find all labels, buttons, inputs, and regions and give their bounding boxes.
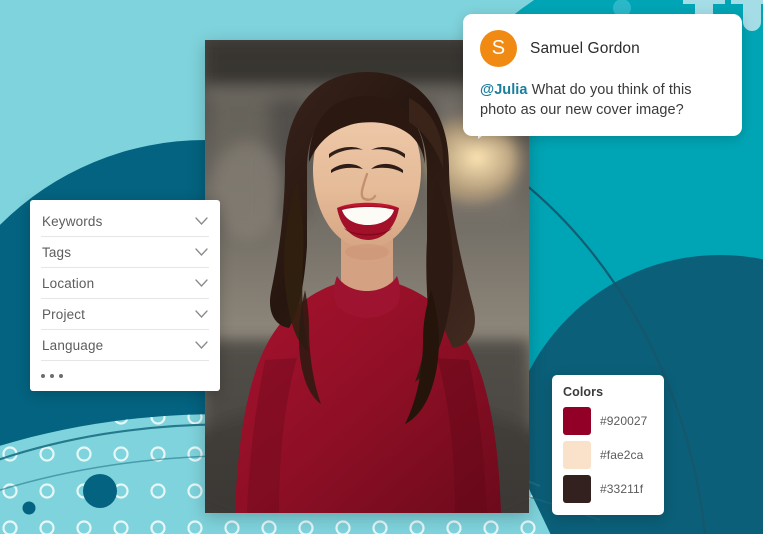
- metadata-row-tags[interactable]: Tags: [41, 237, 209, 268]
- screenshot-canvas: S Samuel Gordon @Julia What do you think…: [0, 0, 763, 534]
- chevron-down-icon[interactable]: [195, 310, 208, 318]
- metadata-row-location[interactable]: Location: [41, 268, 209, 299]
- chevron-down-icon[interactable]: [195, 248, 208, 256]
- metadata-row-project[interactable]: Project: [41, 299, 209, 330]
- color-hex-label: #fae2ca: [600, 448, 644, 462]
- chevron-down-icon[interactable]: [195, 217, 208, 225]
- color-swatch[interactable]: [563, 441, 591, 469]
- comment-card[interactable]: S Samuel Gordon @Julia What do you think…: [463, 14, 742, 136]
- comment-message: @Julia What do you think of this photo a…: [480, 80, 724, 120]
- ellipsis-dot-icon: [41, 374, 45, 378]
- colors-panel-title: Colors: [563, 385, 604, 399]
- metadata-more-button[interactable]: [41, 361, 209, 391]
- color-swatch-row[interactable]: #920027: [563, 407, 653, 435]
- metadata-label: Keywords: [42, 213, 103, 229]
- metadata-label: Language: [42, 337, 104, 353]
- colors-panel: Colors #920027 #fae2ca #33211f: [552, 375, 664, 515]
- ellipsis-dot-icon: [50, 374, 54, 378]
- color-hex-label: #920027: [600, 414, 648, 428]
- metadata-label: Location: [42, 275, 95, 291]
- comment-header: S Samuel Gordon: [480, 30, 724, 67]
- comment-author-name: Samuel Gordon: [530, 39, 640, 57]
- ellipsis-dot-icon: [59, 374, 63, 378]
- metadata-label: Tags: [42, 244, 72, 260]
- mention-link[interactable]: @Julia: [480, 82, 527, 98]
- color-swatch[interactable]: [563, 407, 591, 435]
- color-swatch[interactable]: [563, 475, 591, 503]
- chevron-down-icon[interactable]: [195, 279, 208, 287]
- avatar: S: [480, 30, 517, 67]
- color-hex-label: #33211f: [600, 482, 644, 496]
- color-swatch-row[interactable]: #33211f: [563, 475, 653, 503]
- chevron-down-icon[interactable]: [195, 341, 208, 349]
- metadata-row-keywords[interactable]: Keywords: [41, 206, 209, 237]
- decor-large-dot: [83, 474, 117, 508]
- metadata-label: Project: [42, 306, 86, 322]
- decor-small-dot: [22, 501, 36, 515]
- color-swatch-row[interactable]: #fae2ca: [563, 441, 653, 469]
- metadata-panel: Keywords Tags Location Project Language: [30, 200, 220, 391]
- metadata-row-language[interactable]: Language: [41, 330, 209, 361]
